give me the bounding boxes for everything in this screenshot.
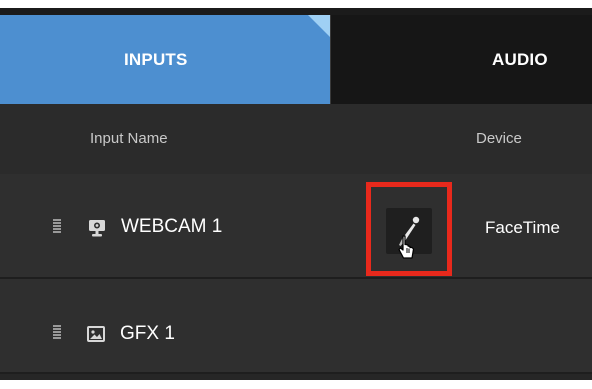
- table-row[interactable]: GFX 1: [0, 279, 592, 374]
- device-name-label: FaceTime: [485, 218, 560, 237]
- tab-inputs[interactable]: INPUTS: [0, 15, 330, 104]
- drag-handle-icon[interactable]: [53, 325, 61, 342]
- webcam-icon: [89, 220, 105, 237]
- table-header: Input Name Device: [0, 104, 592, 174]
- tab-corner-indicator: [308, 15, 330, 37]
- column-header-device: Device: [476, 130, 522, 147]
- tab-inputs-label: INPUTS: [124, 50, 188, 69]
- table-row[interactable]: WEBCAM 1 FaceTime: [0, 174, 592, 279]
- column-header-input-name: Input Name: [90, 130, 168, 147]
- mouse-pointer-icon: [398, 235, 415, 259]
- tab-audio-label: AUDIO: [492, 50, 548, 69]
- row-divider: [0, 374, 592, 380]
- tab-bar: INPUTS AUDIO: [0, 8, 592, 104]
- tab-audio[interactable]: AUDIO: [330, 15, 592, 104]
- drag-handle-icon[interactable]: [53, 219, 61, 236]
- input-name-label[interactable]: WEBCAM 1: [121, 216, 222, 238]
- image-icon: [87, 326, 105, 342]
- input-name-label[interactable]: GFX 1: [120, 323, 175, 345]
- inputs-panel: INPUTS AUDIO Input Name Device WEBCAM 1: [0, 8, 592, 380]
